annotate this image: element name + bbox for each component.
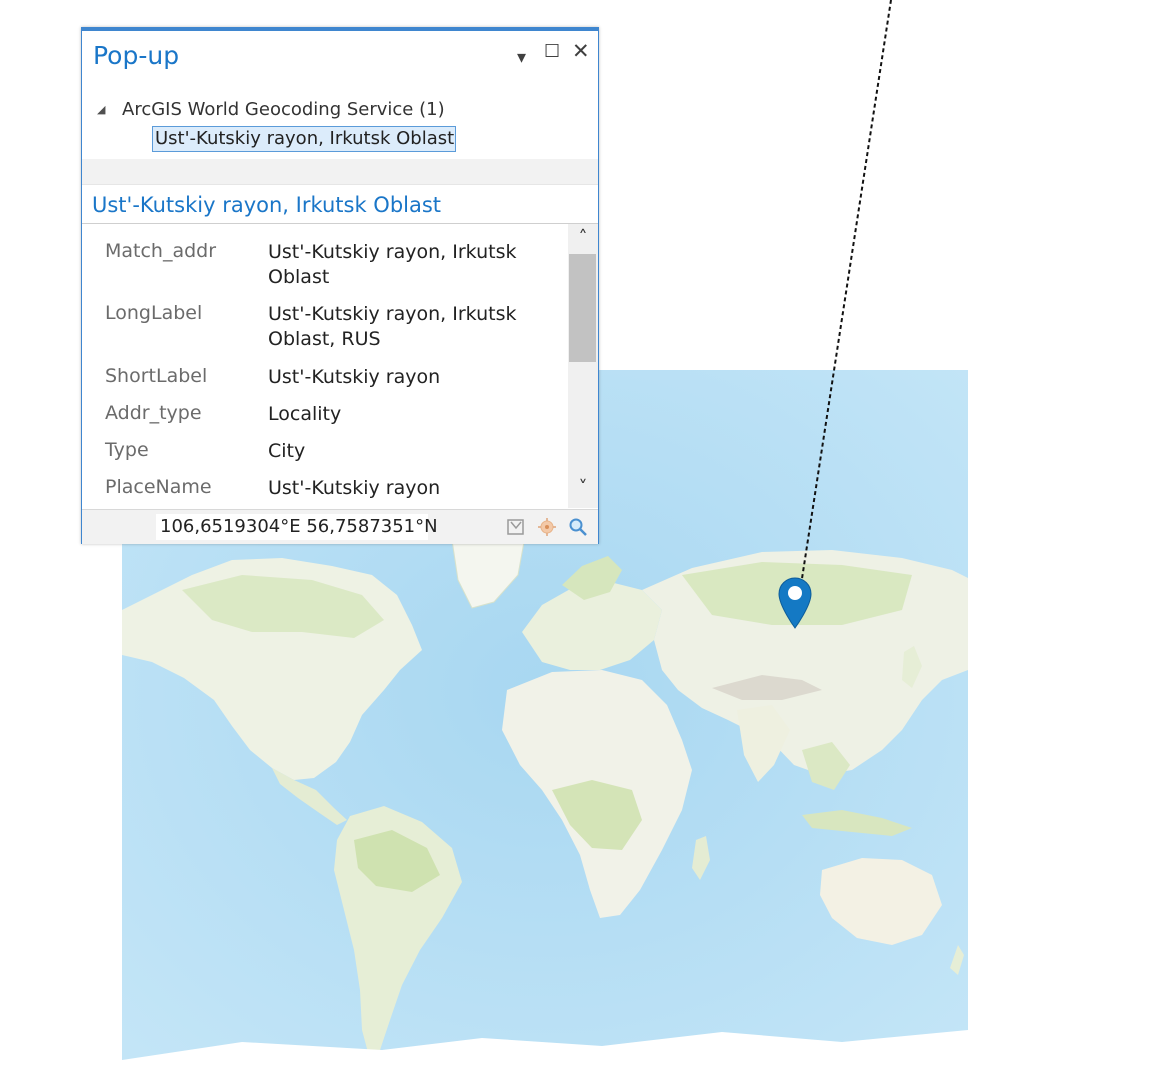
popup-title: Pop-up [93,41,180,70]
tree-layer-label[interactable]: ArcGIS World Geocoding Service (1) [122,99,445,120]
popup-footer: 106,6519304°E 56,7587351°N [82,509,598,544]
attribute-key: Type [105,439,149,461]
attribute-value: Ust'-Kutskiy rayon [268,366,441,388]
attribute-key: LongLabel [105,302,203,324]
attribute-value: Locality [268,403,342,425]
scroll-thumb[interactable] [569,254,596,362]
close-button[interactable]: ✕ [572,40,590,62]
attribute-table: Match_addr Ust'-Kutskiy rayon, Irkutsk O… [82,224,598,509]
collapse-arrow-icon[interactable]: ◢ [97,103,105,116]
attribute-value: Ust'-Kutskiy rayon, Irkutsk Oblast, RUS [268,303,517,350]
tree-selected-feature[interactable]: Ust'-Kutskiy rayon, Irkutsk Oblast [152,126,457,152]
coordinate-readout: 106,6519304°E 56,7587351°N [160,516,438,537]
feature-heading: Ust'-Kutskiy rayon, Irkutsk Oblast [92,193,442,217]
coordinate-box: 106,6519304°E 56,7587351°N [156,514,438,540]
feature-heading-bar: Ust'-Kutskiy rayon, Irkutsk Oblast [82,184,598,224]
splitter[interactable] [82,159,598,184]
attribute-value: City [268,440,306,462]
scroll-down-button[interactable]: ˅ [568,476,598,500]
attribute-key: PlaceName [105,476,212,498]
flash-icon[interactable] [506,517,526,537]
zoom-to-icon[interactable] [568,517,588,537]
location-pin-icon[interactable] [778,577,812,629]
attribute-key: ShortLabel [105,365,208,387]
maximize-button[interactable]: ☐ [544,41,560,63]
attribute-scrollbar[interactable]: ˄ ˅ [568,224,598,508]
attribute-value: Ust'-Kutskiy rayon, Irkutsk Oblast [268,241,517,288]
attribute-key: Match_addr [105,240,217,262]
pan-to-icon[interactable] [537,517,557,537]
attribute-value: Ust'-Kutskiy rayon [268,477,441,499]
window-menu-button[interactable]: ▾ [517,47,526,69]
popup-window[interactable]: Pop-up ▾ ☐ ✕ ◢ ArcGIS World Geocoding Se… [81,27,599,544]
attribute-key: Addr_type [105,402,202,424]
scroll-up-button[interactable]: ˄ [568,226,598,250]
